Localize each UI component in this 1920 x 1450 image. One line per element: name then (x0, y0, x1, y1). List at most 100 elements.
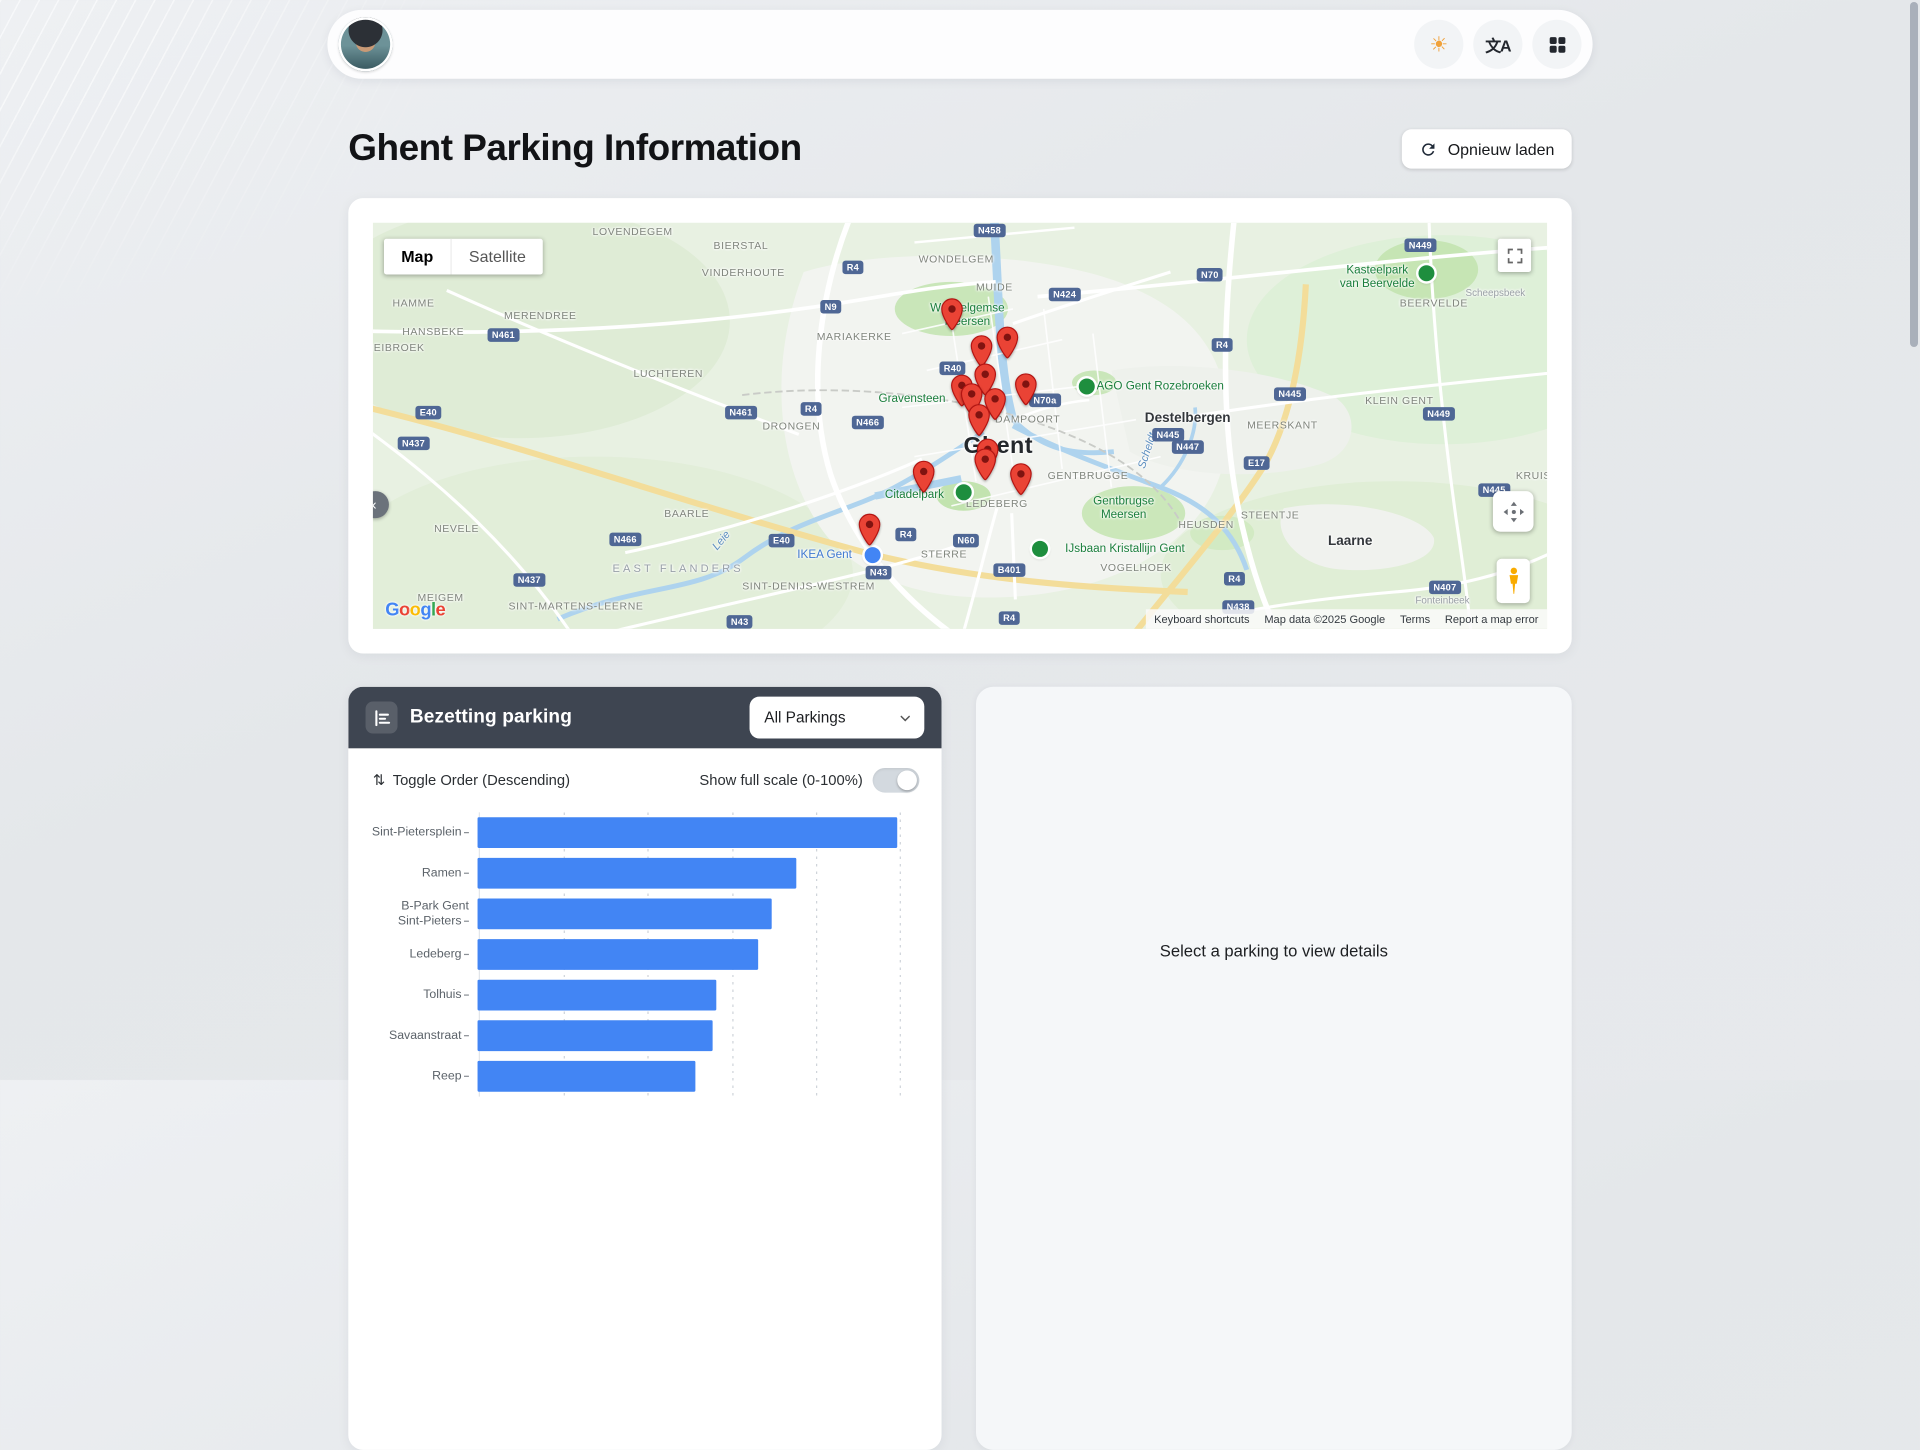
map-label: HANSBEKE (402, 326, 464, 338)
chart-bar[interactable] (478, 817, 898, 848)
map-label: Leie (710, 528, 733, 552)
pan-control-button[interactable] (1493, 491, 1534, 532)
parking-map-pin[interactable] (1014, 373, 1037, 406)
road-badge: R4 (895, 528, 916, 541)
map-label: Destelbergen (1145, 411, 1231, 427)
road-badge: N466 (609, 533, 641, 546)
chart-bar[interactable] (478, 898, 772, 929)
map-label: MEERSKANT (1247, 420, 1318, 432)
map-type-map-button[interactable]: Map (384, 239, 450, 275)
sort-icon: ⇅ (373, 772, 385, 789)
map-label: WONDELGEM (919, 254, 994, 266)
map-label: VINDERHOUTE (702, 267, 785, 279)
map-label: STERRE (921, 549, 967, 561)
road-badge: R40 (939, 362, 965, 375)
map-label: LAGO Gent Rozebroeken (1090, 381, 1224, 394)
map-label: LOVENDEGEM (593, 227, 673, 239)
google-logo[interactable]: Google (385, 599, 445, 620)
map-label: MARIAKERKE (817, 331, 892, 343)
pan-arrows-icon (1501, 499, 1526, 524)
chart-bar[interactable] (478, 858, 797, 889)
chart-bar[interactable] (478, 939, 759, 970)
road-badge: N445 (1152, 428, 1184, 441)
map-label: MUIDE (976, 282, 1013, 294)
map-label: BEERVELDE (1400, 298, 1468, 310)
poi-marker-icon[interactable] (865, 547, 881, 563)
road-badge: R4 (801, 402, 822, 415)
fullscreen-icon (1506, 247, 1523, 264)
road-badge: N445 (1274, 387, 1306, 400)
chart-bar[interactable] (478, 980, 717, 1011)
theme-toggle-button[interactable]: ☀ (1414, 20, 1463, 69)
bottom-section: Bezetting parking All Parkings ⇅ Toggle … (348, 687, 1571, 1450)
scrollbar[interactable] (1910, 0, 1918, 1080)
google-map[interactable]: LOVENDEGEMBIERSTALVINDERHOUTEWONDELGEMMU… (373, 223, 1547, 629)
parking-map-pin[interactable] (857, 513, 880, 546)
report-map-error-link[interactable]: Report a map error (1445, 613, 1539, 625)
app-viewport: ☀ 文A Ghent Parking Information (0, 0, 1920, 1081)
refresh-icon (1419, 140, 1437, 158)
occupancy-card: Bezetting parking All Parkings ⇅ Toggle … (348, 687, 941, 1450)
map-label: BAARLE (664, 508, 709, 520)
parking-map-pin[interactable] (967, 404, 990, 437)
chart-bar[interactable] (478, 1020, 713, 1051)
map-label: Gentbrugse Meersen (1093, 496, 1154, 523)
map-label: SINT-MARTENS-LEERNE (509, 601, 644, 613)
map-type-satellite-button[interactable]: Satellite (450, 239, 543, 275)
parking-map-pin[interactable] (940, 298, 963, 331)
toggle-order-button[interactable]: ⇅ Toggle Order (Descending) (373, 772, 570, 789)
parking-map-pin[interactable] (911, 460, 934, 493)
road-badge: B401 (993, 563, 1025, 576)
occupancy-card-body: ⇅ Toggle Order (Descending) Show full sc… (348, 748, 941, 1096)
chart-bar-track (478, 858, 898, 889)
map-label: MERENDREE (504, 310, 577, 322)
road-badge: N43 (866, 566, 892, 579)
chart-row: Sint-Pietersplein (348, 812, 941, 853)
parking-map-pin[interactable] (995, 326, 1018, 359)
occupancy-card-header: Bezetting parking All Parkings (348, 687, 941, 749)
keyboard-shortcuts-link[interactable]: Keyboard shortcuts (1154, 613, 1249, 625)
terms-link[interactable]: Terms (1400, 613, 1430, 625)
map-label: KLEIN GENT (1365, 395, 1433, 407)
chart-category-label: Tolhuis (348, 988, 472, 1002)
poi-marker-icon[interactable] (1032, 541, 1048, 557)
avatar[interactable] (338, 17, 392, 71)
full-scale-switch[interactable] (873, 768, 920, 793)
language-button[interactable]: 文A (1473, 20, 1522, 69)
poi-marker-icon[interactable] (1079, 378, 1095, 394)
map-label: STEENTJE (1241, 510, 1300, 522)
reload-button[interactable]: Opnieuw laden (1402, 129, 1572, 168)
map-label: IKEA Gent (797, 550, 852, 563)
chart-row: B-Park Gent Sint-Pieters (348, 894, 941, 935)
chevron-down-icon (898, 711, 912, 725)
road-badge: R4 (1224, 572, 1245, 585)
main-content: Ghent Parking Information Opnieuw laden (348, 128, 1571, 1450)
scrollbar-thumb[interactable] (1910, 2, 1918, 347)
toggle-order-label: Toggle Order (Descending) (393, 772, 570, 789)
full-scale-label: Show full scale (0-100%) (699, 772, 862, 789)
reload-button-label: Opnieuw laden (1448, 140, 1555, 158)
map-type-control: Map Satellite (384, 239, 543, 275)
road-badge: N461 (725, 406, 757, 419)
chart-bar-track (478, 817, 898, 848)
map-card: LOVENDEGEMBIERSTALVINDERHOUTEWONDELGEMMU… (348, 198, 1571, 653)
chart-category-label: Savaanstraat (348, 1029, 472, 1043)
chart-bar[interactable] (478, 1061, 696, 1092)
map-label: IJsbaan Kristallijn Gent (1065, 543, 1185, 556)
apps-button[interactable] (1532, 20, 1581, 69)
parking-map-pin[interactable] (973, 448, 996, 481)
poi-marker-icon[interactable] (1418, 265, 1434, 281)
map-label: REIBROEK (373, 342, 425, 354)
map-label: DRONGEN (762, 421, 820, 433)
page-title: Ghent Parking Information (348, 128, 801, 170)
pegman-button[interactable] (1497, 559, 1530, 603)
page-head: Ghent Parking Information Opnieuw laden (348, 128, 1571, 170)
road-badge: E17 (1244, 456, 1270, 469)
parking-filter-select[interactable]: All Parkings (750, 697, 925, 739)
bar-chart-icon (366, 702, 398, 734)
poi-marker-icon[interactable] (956, 484, 972, 500)
fullscreen-button[interactable] (1498, 239, 1531, 272)
chart-row: Ramen (348, 853, 941, 894)
road-badge: N449 (1404, 238, 1436, 251)
parking-map-pin[interactable] (1009, 463, 1032, 496)
